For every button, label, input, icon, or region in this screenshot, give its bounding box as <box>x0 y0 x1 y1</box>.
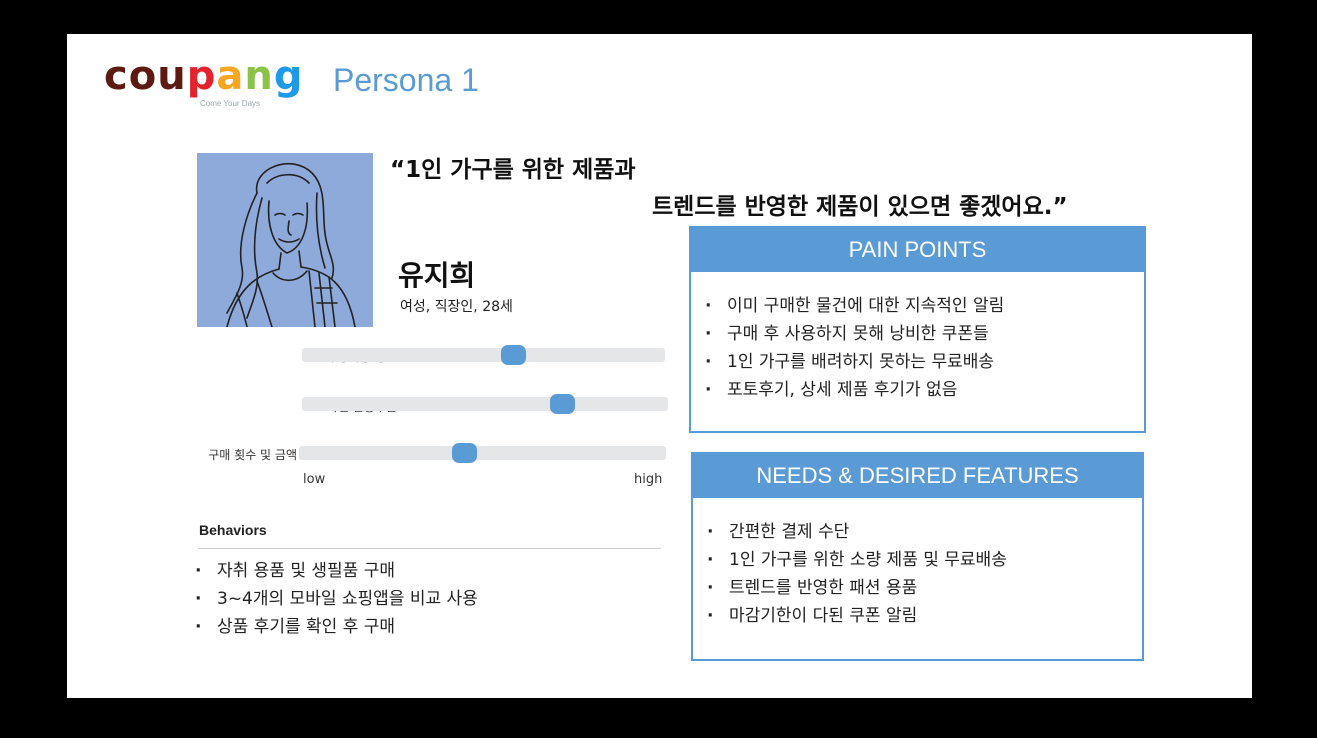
persona-info: 여성, 직장인, 28세 <box>400 299 513 315</box>
list-item: 마감기한이 다된 쿠폰 알림 <box>707 602 1142 630</box>
logo-letter: p <box>186 53 217 99</box>
needs-title: NEEDS & DESIRED FEATURES <box>693 454 1142 498</box>
persona-photo <box>197 153 373 327</box>
logo-letter: c <box>104 53 129 99</box>
list-item: 1인 가구를 위한 소량 제품 및 무료배송 <box>707 546 1142 574</box>
logo-letter: u <box>157 53 187 99</box>
slider-knob-coupang-usage <box>500 345 526 365</box>
persona-name: 유지희 <box>398 259 476 292</box>
slider-knob-purchase-frequency <box>452 443 478 463</box>
logo-tagline: Come Your Days <box>200 99 261 108</box>
slider-track-coupang-usage <box>302 345 665 365</box>
slider-track-mobile-skill <box>302 394 668 414</box>
slider-track-purchase-frequency <box>299 443 666 463</box>
logo-letter: a <box>216 53 245 99</box>
persona-slide: coupang Come Your Days Persona 1 “1인 가구를… <box>67 34 1252 698</box>
logo-letter: n <box>244 53 274 99</box>
logo-letter: o <box>128 53 158 99</box>
needs-list: 간편한 결제 수단 1인 가구를 위한 소량 제품 및 무료배송 트렌드를 반영… <box>693 498 1142 630</box>
list-item: 3~4개의 모바일 쇼핑앱을 비교 사용 <box>195 585 478 613</box>
logo-wordmark: coupang <box>104 52 303 100</box>
pain-points-list: 이미 구매한 물건에 대한 지속적인 알림 구매 후 사용하지 못해 낭비한 쿠… <box>691 272 1144 404</box>
persona-title: Persona 1 <box>333 62 479 98</box>
behaviors-title: Behaviors <box>199 522 267 538</box>
list-item: 이미 구매한 물건에 대한 지속적인 알림 <box>705 292 1144 320</box>
pain-points-title: PAIN POINTS <box>691 228 1144 272</box>
coupang-logo: coupang Come Your Days <box>104 52 314 112</box>
quote-line-1: “1인 가구를 위한 제품과 <box>390 157 636 183</box>
quote-line-2: 트렌드를 반영한 제품이 있으면 좋겠어요.” <box>652 194 1068 220</box>
needs-box: NEEDS & DESIRED FEATURES 간편한 결제 수단 1인 가구… <box>691 452 1144 661</box>
list-item: 구매 후 사용하지 못해 낭비한 쿠폰들 <box>705 320 1144 348</box>
woman-portrait-icon <box>226 162 356 327</box>
slider-knob-mobile-skill <box>549 394 575 414</box>
list-item: 자취 용품 및 생필품 구매 <box>195 557 478 585</box>
scale-high-label: high <box>634 472 663 487</box>
list-item: 상품 후기를 확인 후 구매 <box>195 613 478 641</box>
scale-low-label: low <box>303 472 326 487</box>
list-item: 1인 가구를 배려하지 못하는 무료배송 <box>705 348 1144 376</box>
behaviors-list: 자취 용품 및 생필품 구매 3~4개의 모바일 쇼핑앱을 비교 사용 상품 후… <box>195 557 478 641</box>
list-item: 포토후기, 상세 제품 후기가 없음 <box>705 376 1144 404</box>
behaviors-divider <box>198 548 661 549</box>
list-item: 간편한 결제 수단 <box>707 518 1142 546</box>
logo-letter: g <box>273 53 304 99</box>
pain-points-box: PAIN POINTS 이미 구매한 물건에 대한 지속적인 알림 구매 후 사… <box>689 226 1146 433</box>
slider-label-purchase-frequency: 구매 횟수 및 금액 <box>208 448 297 462</box>
list-item: 트렌드를 반영한 패션 용품 <box>707 574 1142 602</box>
